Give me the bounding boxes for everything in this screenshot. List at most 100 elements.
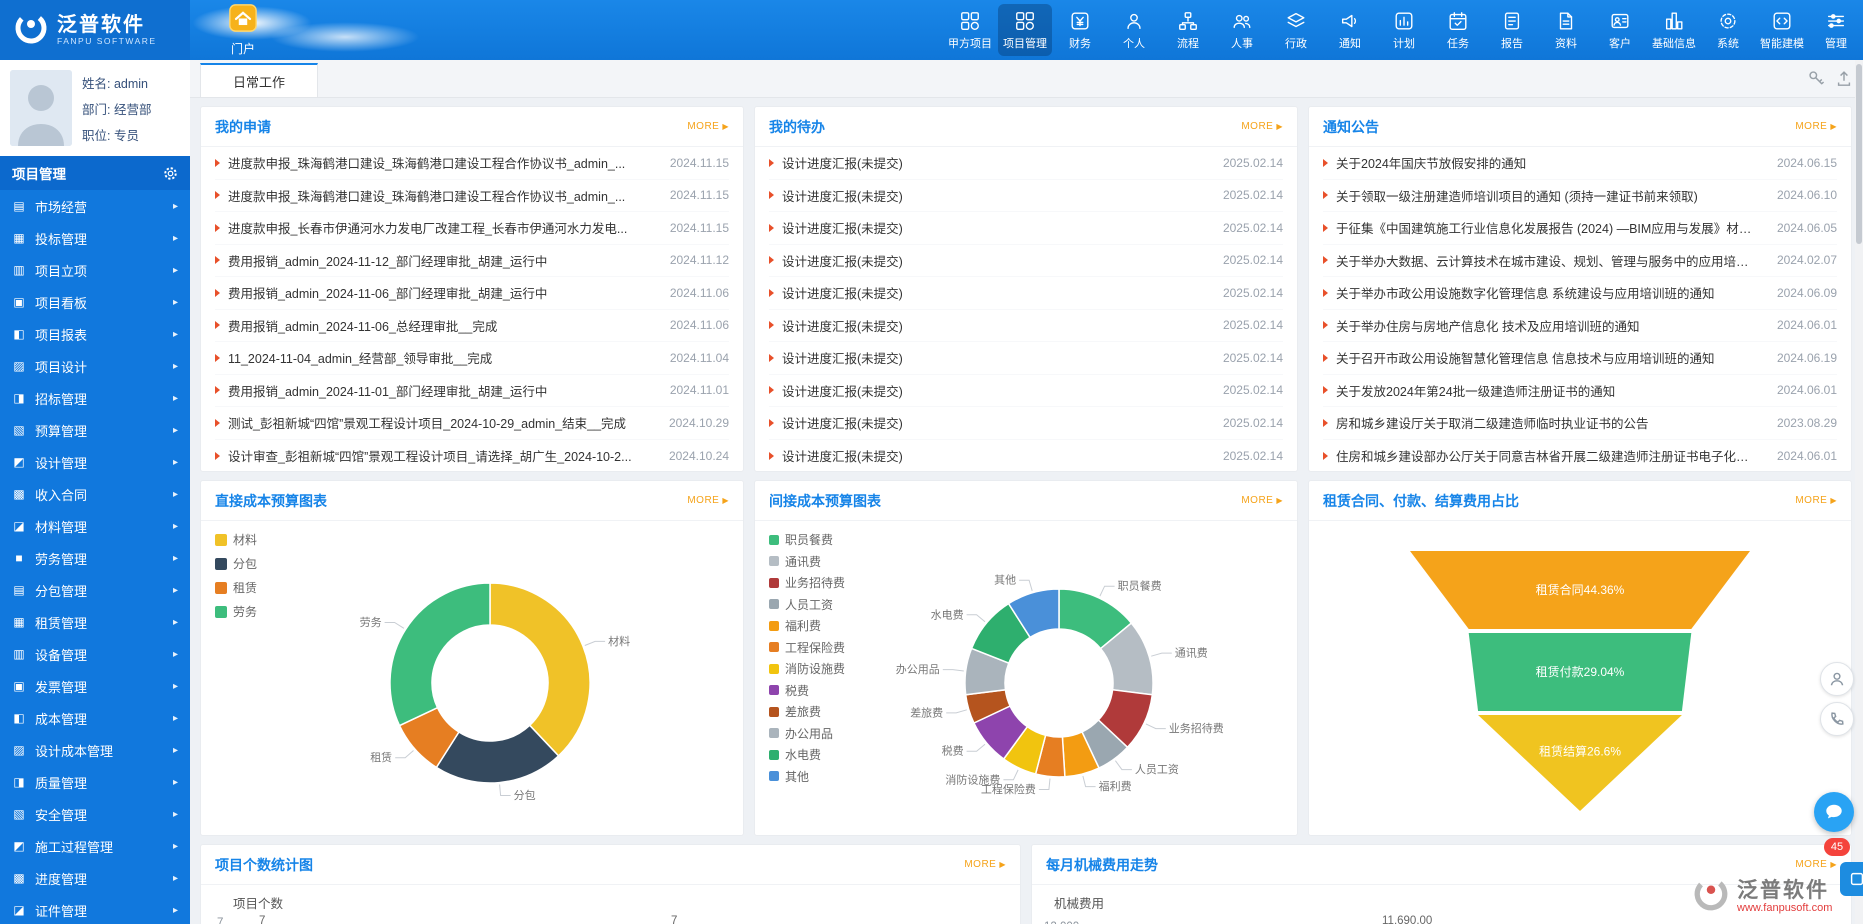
legend-item[interactable]: 人员工资 <box>769 596 845 613</box>
legend-item[interactable]: 福利费 <box>769 617 845 634</box>
nav-item-grid[interactable]: 甲方项目 <box>943 0 997 60</box>
list-item[interactable]: 关于发放2024年第24批一级建造师注册证书的通知2024.06.01 <box>1323 375 1837 408</box>
sidebar-item[interactable]: ◧成本管理▸ <box>0 702 190 734</box>
more-link[interactable]: MORE <box>687 495 729 506</box>
list-item[interactable]: 设计进度汇报(未提交)2025.02.14 <box>769 147 1283 180</box>
sidebar-item[interactable]: ▥项目立项▸ <box>0 254 190 286</box>
list-item[interactable]: 房和城乡建设厅关于取消二级建造师临时执业证书的公告2023.08.29 <box>1323 407 1837 440</box>
list-item[interactable]: 关于举办市政公用设施数字化管理信息 系统建设与应用培训班的通知2024.06.0… <box>1323 277 1837 310</box>
nav-item-portal[interactable]: 门户 <box>200 0 286 60</box>
sidebar-item[interactable]: ▣项目看板▸ <box>0 286 190 318</box>
list-item[interactable]: 设计进度汇报(未提交)2025.02.14 <box>769 277 1283 310</box>
sidebar-item[interactable]: ▥设备管理▸ <box>0 638 190 670</box>
list-item[interactable]: 关于举办住房与房地产信息化 技术及应用培训班的通知2024.06.01 <box>1323 310 1837 343</box>
legend-item[interactable]: 租赁 <box>215 579 257 596</box>
sidebar-item[interactable]: ◪证件管理▸ <box>0 894 190 924</box>
legend-item[interactable]: 通讯费 <box>769 553 845 570</box>
legend-item[interactable]: 差旅费 <box>769 703 845 720</box>
sidebar-item[interactable]: ◪材料管理▸ <box>0 510 190 542</box>
list-item[interactable]: 设计进度汇报(未提交)2025.02.14 <box>769 310 1283 343</box>
nav-item-grid[interactable]: 项目管理 <box>998 4 1052 56</box>
list-item[interactable]: 设计进度汇报(未提交)2025.02.14 <box>769 440 1283 473</box>
more-link[interactable]: MORE <box>1795 121 1837 132</box>
list-item[interactable]: 费用报销_admin_2024-11-01_部门经理审批_胡建_运行中2024.… <box>215 375 729 408</box>
sidebar-item[interactable]: ▤市场经营▸ <box>0 190 190 222</box>
list-item[interactable]: 关于举办大数据、云计算技术在城市建设、规划、管理与服务中的应用培训班...202… <box>1323 245 1837 278</box>
more-link[interactable]: MORE <box>964 859 1006 870</box>
list-item[interactable]: 设计进度汇报(未提交)2025.02.14 <box>769 375 1283 408</box>
list-item[interactable]: 费用报销_admin_2024-11-06_部门经理审批_胡建_运行中2024.… <box>215 277 729 310</box>
legend-item[interactable]: 消防设施费 <box>769 660 845 677</box>
sidebar-item[interactable]: ■劳务管理▸ <box>0 542 190 574</box>
nav-item-doc[interactable]: 资料 <box>1539 0 1593 60</box>
legend-item[interactable]: 职员餐费 <box>769 531 845 548</box>
sidebar-item[interactable]: ◨质量管理▸ <box>0 766 190 798</box>
watermark-url[interactable]: www.fanpusoft.com <box>1737 902 1832 914</box>
list-item[interactable]: 设计进度汇报(未提交)2025.02.14 <box>769 342 1283 375</box>
export-icon[interactable] <box>1835 69 1853 87</box>
nav-item-sliders[interactable]: 管理 <box>1809 0 1863 60</box>
nav-item-flow[interactable]: 流程 <box>1161 0 1215 60</box>
pie-segment[interactable] <box>390 583 490 726</box>
list-item[interactable]: 关于领取一级注册建造师培训项目的通知 (须持一建证书前来领取)2024.06.1… <box>1323 180 1837 213</box>
nav-item-report[interactable]: 报告 <box>1485 0 1539 60</box>
partial-widget-icon[interactable] <box>1840 862 1863 896</box>
key-icon[interactable] <box>1807 69 1825 87</box>
chat-button[interactable] <box>1814 792 1854 832</box>
legend-item[interactable]: 税费 <box>769 682 845 699</box>
legend-item[interactable]: 工程保险费 <box>769 639 845 656</box>
legend-item[interactable]: 业务招待费 <box>769 574 845 591</box>
nav-item-code[interactable]: 智能建模 <box>1755 0 1809 60</box>
sidebar-item[interactable]: ▨设计成本管理▸ <box>0 734 190 766</box>
legend-item[interactable]: 其他 <box>769 768 845 785</box>
legend-item[interactable]: 办公用品 <box>769 725 845 742</box>
sidebar-item[interactable]: ▧安全管理▸ <box>0 798 190 830</box>
sidebar-item[interactable]: ◩施工过程管理▸ <box>0 830 190 862</box>
pie-segment[interactable] <box>490 583 590 756</box>
nav-item-gear[interactable]: 系统 <box>1701 0 1755 60</box>
sidebar-item[interactable]: ▦租赁管理▸ <box>0 606 190 638</box>
list-item[interactable]: 关于2024年国庆节放假安排的通知2024.06.15 <box>1323 147 1837 180</box>
phone-icon[interactable] <box>1820 702 1854 736</box>
list-item[interactable]: 进度款申报_珠海鹤港口建设_珠海鹤港口建设工程合作协议书_admin_...20… <box>215 180 729 213</box>
avatar[interactable] <box>10 70 72 146</box>
sidebar-section-header[interactable]: 项目管理 <box>0 156 190 190</box>
sidebar-item[interactable]: ▦投标管理▸ <box>0 222 190 254</box>
more-link[interactable]: MORE <box>1241 495 1283 506</box>
legend-item[interactable]: 分包 <box>215 555 257 572</box>
more-link[interactable]: MORE <box>1795 859 1837 870</box>
funnel-band[interactable] <box>1478 715 1682 811</box>
nav-item-speaker[interactable]: 通知 <box>1323 0 1377 60</box>
more-link[interactable]: MORE <box>687 121 729 132</box>
contact-person-icon[interactable] <box>1820 662 1854 696</box>
more-link[interactable]: MORE <box>1241 121 1283 132</box>
settings-gear-icon[interactable] <box>163 166 178 181</box>
sidebar-item[interactable]: ▨项目设计▸ <box>0 350 190 382</box>
list-item[interactable]: 设计进度汇报(未提交)2025.02.14 <box>769 407 1283 440</box>
list-item[interactable]: 费用报销_admin_2024-11-06_总经理审批__完成2024.11.0… <box>215 310 729 343</box>
list-item[interactable]: 设计审查_彭祖新城“四馆”景观工程设计项目_请选择_胡广生_2024-10-2.… <box>215 440 729 473</box>
nav-item-finance[interactable]: 财务 <box>1053 0 1107 60</box>
sidebar-item[interactable]: ◩设计管理▸ <box>0 446 190 478</box>
nav-item-baseinfo[interactable]: 基础信息 <box>1647 0 1701 60</box>
nav-item-plan[interactable]: 计划 <box>1377 0 1431 60</box>
sidebar-item[interactable]: ◧项目报表▸ <box>0 318 190 350</box>
scrollbar-thumb[interactable] <box>1856 64 1862 244</box>
sidebar-item[interactable]: ▤分包管理▸ <box>0 574 190 606</box>
list-item[interactable]: 于征集《中国建筑施工行业信息化发展报告 (2024) —BIM应用与发展》材料.… <box>1323 212 1837 245</box>
nav-item-layers[interactable]: 行政 <box>1269 0 1323 60</box>
legend-item[interactable]: 水电费 <box>769 746 845 763</box>
list-item[interactable]: 进度款申报_长春市伊通河水力发电厂改建工程_长春市伊通河水力发电...2024.… <box>215 212 729 245</box>
sidebar-item[interactable]: ▧预算管理▸ <box>0 414 190 446</box>
list-item[interactable]: 设计进度汇报(未提交)2025.02.14 <box>769 180 1283 213</box>
sidebar-item[interactable]: ▩进度管理▸ <box>0 862 190 894</box>
list-item[interactable]: 费用报销_admin_2024-11-12_部门经理审批_胡建_运行中2024.… <box>215 245 729 278</box>
sidebar-item[interactable]: ▩收入合同▸ <box>0 478 190 510</box>
list-item[interactable]: 测试_彭祖新城“四馆”景观工程设计项目_2024-10-29_admin_结束_… <box>215 407 729 440</box>
list-item[interactable]: 进度款申报_珠海鹤港口建设_珠海鹤港口建设工程合作协议书_admin_...20… <box>215 147 729 180</box>
nav-item-task[interactable]: 任务 <box>1431 0 1485 60</box>
list-item[interactable]: 关于召开市政公用设施智慧化管理信息 信息技术与应用培训班的通知2024.06.1… <box>1323 342 1837 375</box>
sidebar-item[interactable]: ◨招标管理▸ <box>0 382 190 414</box>
list-item[interactable]: 11_2024-11-04_admin_经营部_领导审批__完成2024.11.… <box>215 342 729 375</box>
list-item[interactable]: 设计进度汇报(未提交)2025.02.14 <box>769 245 1283 278</box>
